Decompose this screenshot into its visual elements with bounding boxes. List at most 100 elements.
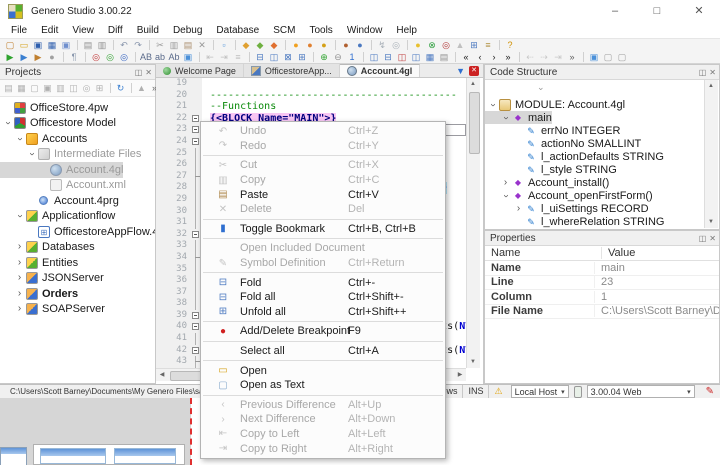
chevron-icon[interactable]: › bbox=[501, 112, 511, 123]
dock-icon[interactable]: ◫ bbox=[699, 234, 707, 243]
close-split-icon[interactable]: ⊠ bbox=[281, 52, 295, 63]
window-close-icon[interactable]: ◫ bbox=[395, 52, 409, 63]
warning-icon[interactable]: ⚠ bbox=[488, 385, 507, 398]
redo-icon[interactable]: ↷ bbox=[131, 40, 145, 51]
tree-item-officestore-model[interactable]: ›Officestore Model bbox=[0, 116, 116, 132]
find-usages-icon[interactable]: ◎ bbox=[439, 40, 453, 51]
merge-end-icon[interactable]: ⇥ bbox=[551, 52, 565, 63]
tree-item-account-openfirstform[interactable]: ›◆Account_openFirstForm() bbox=[485, 189, 653, 202]
doc-window-icon[interactable]: ▢ bbox=[601, 52, 615, 63]
editor-line-21[interactable]: 21--Functions bbox=[156, 101, 466, 113]
chevron-icon[interactable]: › bbox=[501, 190, 511, 201]
tree-item-databases[interactable]: ›Databases bbox=[0, 240, 95, 256]
scroll-down-icon[interactable]: ▼ bbox=[705, 216, 717, 228]
tools-icon[interactable]: ≡ bbox=[481, 40, 495, 51]
close-panel-icon[interactable]: ✕ bbox=[145, 68, 152, 77]
nav-first-icon[interactable]: « bbox=[459, 52, 473, 63]
format-icon[interactable]: ≡ bbox=[231, 52, 245, 63]
maximize-button[interactable]: □ bbox=[636, 0, 678, 22]
menu-item-window[interactable]: Window bbox=[340, 25, 390, 36]
tab-account-4gl[interactable]: Account.4gl bbox=[340, 64, 421, 77]
menu-item-tools[interactable]: Tools bbox=[302, 25, 339, 36]
nav-last-icon[interactable]: » bbox=[501, 52, 515, 63]
run-debug-icon[interactable]: ▶ bbox=[17, 52, 31, 63]
chevron-icon[interactable]: › bbox=[513, 204, 524, 214]
vscroll-thumb[interactable] bbox=[469, 92, 480, 154]
split-vertical-icon[interactable]: ◫ bbox=[267, 52, 281, 63]
project-new-item-icon[interactable]: ▣ bbox=[41, 83, 54, 94]
scroll-left-icon[interactable]: ◀ bbox=[156, 369, 168, 381]
undo-icon[interactable]: ↶ bbox=[117, 40, 131, 51]
tree-item-l-style-string[interactable]: ✎l_style STRING bbox=[485, 163, 617, 176]
tab-list-dropdown-icon[interactable]: ▼ bbox=[456, 66, 465, 76]
tree-item-account-install[interactable]: ›◆Account_install() bbox=[485, 176, 609, 189]
generate-form-icon[interactable]: ◆ bbox=[267, 40, 281, 51]
close-button[interactable]: ✕ bbox=[678, 0, 720, 22]
project-run-icon[interactable]: ◎ bbox=[80, 83, 93, 94]
tree-item-account-xml[interactable]: Account.xml bbox=[0, 178, 126, 194]
chevron-icon[interactable]: › bbox=[14, 304, 25, 314]
chevron-icon[interactable]: › bbox=[500, 178, 511, 188]
tree-item-jsonserver[interactable]: ›JSONServer bbox=[0, 271, 104, 287]
menu-item-diff[interactable]: Diff bbox=[101, 25, 130, 36]
chevron-icon[interactable]: › bbox=[27, 149, 37, 160]
chevron-icon[interactable]: › bbox=[14, 242, 25, 252]
menu-item-select-all[interactable]: Select allCtrl+A bbox=[201, 344, 445, 359]
uppercase-icon[interactable]: AB bbox=[139, 52, 153, 63]
property-row-line[interactable]: Line23 bbox=[485, 276, 719, 291]
print-icon[interactable]: ▤ bbox=[81, 40, 95, 51]
generate-entity-icon[interactable]: ◆ bbox=[239, 40, 253, 51]
tree-item-main[interactable]: ›◆main bbox=[485, 111, 552, 124]
fold-marker-icon[interactable] bbox=[192, 115, 199, 122]
generate-record-icon[interactable]: ◆ bbox=[253, 40, 267, 51]
editor-vscrollbar[interactable]: ▲ ▼ bbox=[466, 78, 480, 368]
search-settings-icon[interactable]: ◎ bbox=[389, 40, 403, 51]
close-panel-icon[interactable]: ✕ bbox=[709, 68, 716, 77]
tree-item-applicationflow[interactable]: ›Applicationflow bbox=[0, 209, 115, 225]
chevron-icon[interactable]: › bbox=[3, 118, 13, 129]
run-profile-icon[interactable]: ▶ bbox=[31, 52, 45, 63]
property-row-name[interactable]: Namemain bbox=[485, 261, 719, 276]
tree-item-actionno-smallint[interactable]: ✎actionNo SMALLINT bbox=[485, 137, 641, 150]
editor-window-icon[interactable]: ▣ bbox=[587, 52, 601, 63]
step-number-icon[interactable]: 1 bbox=[345, 52, 359, 63]
property-row-file-name[interactable]: File NameC:\Users\Scott Barney\Docu... bbox=[485, 305, 719, 320]
scroll-right-icon[interactable]: ▶ bbox=[454, 369, 466, 381]
scroll-down-icon[interactable]: ▼ bbox=[467, 356, 479, 368]
scroll-up-icon[interactable]: ▲ bbox=[467, 78, 479, 90]
chevron-icon[interactable]: › bbox=[15, 211, 25, 222]
tab-officestoreapp[interactable]: OfficestoreApp... bbox=[244, 64, 340, 77]
chevron-icon[interactable]: › bbox=[14, 289, 25, 299]
paste-icon[interactable]: ▤ bbox=[181, 40, 195, 51]
project-config-icon[interactable]: ⊞ bbox=[93, 83, 106, 94]
editor-line-20[interactable]: 20--------------------------------------… bbox=[156, 90, 466, 102]
tree-item-l-whererelation-string[interactable]: ✎l_whereRelation STRING bbox=[485, 215, 665, 228]
menu-item-open[interactable]: ▭Open bbox=[201, 363, 445, 378]
tree-item-l-uisettings-record[interactable]: ›✎l_uiSettings RECORD bbox=[485, 202, 649, 215]
open-file-icon[interactable]: ▭ bbox=[17, 40, 31, 51]
dock-icon[interactable]: ◫ bbox=[699, 68, 707, 77]
table-view-icon[interactable]: ⊞ bbox=[467, 40, 481, 51]
clean-icon[interactable]: ● bbox=[317, 40, 331, 51]
help-icon[interactable]: ? bbox=[503, 40, 517, 51]
zoom-reset-icon[interactable]: ◎ bbox=[117, 52, 131, 63]
link-icon[interactable]: ↯ bbox=[375, 40, 389, 51]
tree-item-account-4prg[interactable]: Account.4prg bbox=[0, 193, 119, 209]
modify-icon[interactable]: ● bbox=[411, 40, 425, 51]
close-panel-icon[interactable]: ✕ bbox=[709, 234, 716, 243]
print-preview-icon[interactable]: ▥ bbox=[95, 40, 109, 51]
save-all-icon[interactable]: ▦ bbox=[45, 40, 59, 51]
profiler-icon[interactable]: ▲ bbox=[453, 40, 467, 51]
menu-item-fold[interactable]: ⊟FoldCtrl+- bbox=[201, 275, 445, 290]
chevron-icon[interactable]: › bbox=[15, 133, 25, 144]
chevron-icon[interactable]: › bbox=[488, 99, 498, 110]
tree-item-officestore-4pw[interactable]: OfficeStore.4pw bbox=[0, 100, 108, 116]
insert-mode-indicator[interactable]: INS bbox=[462, 385, 488, 398]
menu-item-scm[interactable]: SCM bbox=[266, 25, 302, 36]
menu-item-toggle-bookmark[interactable]: ▮Toggle BookmarkCtrl+B, Ctrl+B bbox=[201, 222, 445, 237]
split-horizontal-icon[interactable]: ⊟ bbox=[253, 52, 267, 63]
execute-icon[interactable]: ● bbox=[339, 40, 353, 51]
tree-item-officestoreappflow-4ba[interactable]: ⊞OfficestoreAppFlow.4ba bbox=[0, 224, 155, 240]
tree-item-errno-integer[interactable]: ✎errNo INTEGER bbox=[485, 228, 620, 229]
project-package-icon[interactable]: ◫ bbox=[67, 83, 80, 94]
